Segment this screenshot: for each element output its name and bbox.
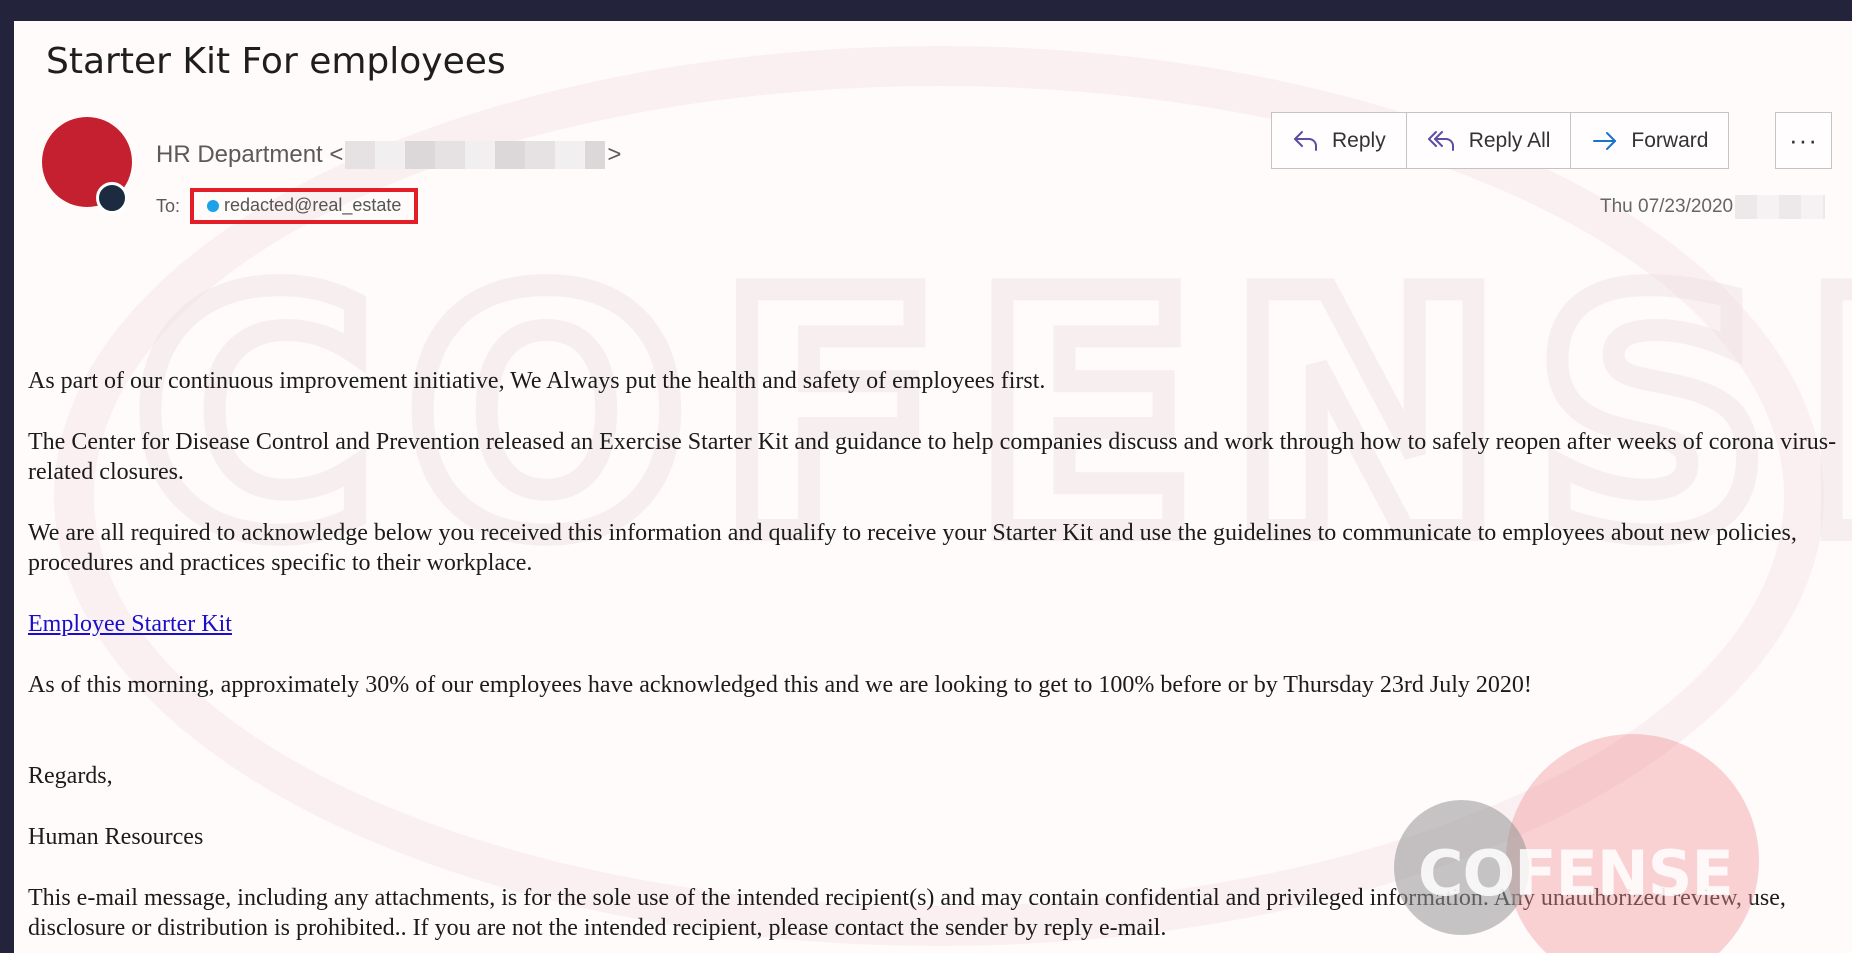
body-paragraph: As part of our continuous improvement in… <box>28 368 1046 394</box>
reply-button[interactable]: Reply <box>1272 113 1407 168</box>
reply-all-icon <box>1427 130 1454 151</box>
message-pane: COFENSE Starter Kit For employees HR Dep… <box>14 21 1852 953</box>
email-subject: Starter Kit For employees <box>46 41 506 82</box>
sender-close-bracket: > <box>607 141 622 168</box>
recipient-highlight-box: redacted@real_estate <box>190 188 419 224</box>
sender-line: HR Department < > <box>156 141 621 169</box>
presence-status-icon <box>96 182 128 214</box>
email-body: As part of our continuous improvement in… <box>28 366 1838 953</box>
forward-button[interactable]: Forward <box>1571 113 1728 168</box>
forward-label: Forward <box>1631 128 1709 152</box>
signature-line: Human Resources <box>28 824 204 850</box>
body-paragraph: The Center for Disease Control and Preve… <box>28 429 1837 485</box>
reply-label: Reply <box>1332 128 1386 152</box>
sender-name[interactable]: HR Department < <box>156 141 343 169</box>
regards-line: Regards, <box>28 763 113 789</box>
redacted-sender-address <box>345 141 606 169</box>
disclaimer-paragraph: This e-mail message, including any attac… <box>28 885 1786 941</box>
more-actions-button[interactable]: ··· <box>1775 112 1832 169</box>
reply-all-label: Reply All <box>1468 128 1551 152</box>
recipient-address[interactable]: redacted@real_estate <box>224 195 401 216</box>
body-paragraph: As of this morning, approximately 30% of… <box>28 672 1532 698</box>
recipient-status-icon <box>207 199 220 212</box>
redacted-time <box>1735 195 1826 219</box>
starter-kit-link[interactable]: Employee Starter Kit <box>28 611 232 637</box>
received-date: Thu 07/23/2020 <box>1600 195 1826 219</box>
body-paragraph: We are all required to acknowledge below… <box>28 520 1797 576</box>
message-actions-toolbar: Reply Reply All Forward <box>1271 112 1730 169</box>
more-icon: ··· <box>1789 125 1818 155</box>
reply-all-button[interactable]: Reply All <box>1407 113 1572 168</box>
reply-icon <box>1294 130 1317 151</box>
forward-icon <box>1593 131 1617 150</box>
to-label: To: <box>156 195 181 216</box>
recipient-line: To: redacted@real_estate <box>156 188 419 224</box>
date-text: Thu 07/23/2020 <box>1600 196 1734 217</box>
